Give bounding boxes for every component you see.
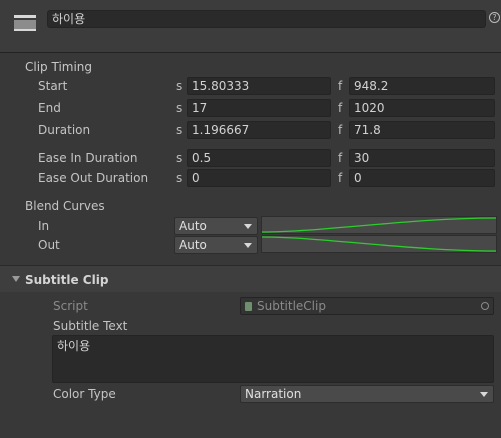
seconds-prefix: s <box>176 79 183 93</box>
subtitle-clip-title: Subtitle Clip <box>25 273 109 287</box>
subtitle-text-label: Subtitle Text <box>53 319 128 333</box>
script-label: Script <box>53 299 88 313</box>
seconds-prefix: s <box>176 151 183 165</box>
frames-prefix: f <box>338 79 343 93</box>
timing-row-label: Ease In Duration <box>38 151 138 165</box>
seconds-input[interactable]: 1.196667 <box>187 121 331 139</box>
chevron-down-icon <box>244 243 252 248</box>
chevron-down-icon <box>480 392 488 397</box>
frames-prefix: f <box>338 171 343 185</box>
frames-prefix: f <box>338 151 343 165</box>
subtitle-text-area[interactable]: 하이용 <box>52 335 494 383</box>
timing-row-label: Duration <box>38 123 91 137</box>
ease-in-curve <box>262 217 496 233</box>
blend-curves-title: Blend Curves <box>25 199 105 213</box>
clip-name-input[interactable]: 하이용 <box>47 10 486 28</box>
help-icon[interactable]: ? <box>489 12 500 23</box>
blend-in-value: Auto <box>179 219 207 233</box>
blend-out-value: Auto <box>179 238 207 252</box>
clip-timing-title: Clip Timing <box>25 60 93 74</box>
blend-out-dropdown[interactable]: Auto <box>174 236 258 254</box>
color-type-label: Color Type <box>53 387 116 401</box>
chevron-down-icon <box>244 224 252 229</box>
blend-out-label: Out <box>38 238 60 252</box>
blend-in-label: In <box>38 219 50 233</box>
frames-prefix: f <box>338 101 343 115</box>
seconds-prefix: s <box>176 171 183 185</box>
script-file-icon <box>245 302 252 311</box>
blend-out-curve-preview[interactable] <box>261 235 497 253</box>
frames-input[interactable]: 0 <box>349 169 495 187</box>
script-object-field: SubtitleClip <box>240 297 494 315</box>
seconds-input[interactable]: 0.5 <box>187 149 331 167</box>
timing-row-label: Start <box>38 79 68 93</box>
seconds-input[interactable]: 0 <box>187 169 331 187</box>
frames-input[interactable]: 30 <box>349 149 495 167</box>
object-picker-icon <box>481 302 489 310</box>
subtitle-clip-header[interactable]: Subtitle Clip <box>0 266 501 292</box>
color-type-dropdown[interactable]: Narration <box>240 385 494 403</box>
blend-in-curve-preview[interactable] <box>261 216 497 234</box>
frames-input[interactable]: 948.2 <box>349 77 495 95</box>
ease-out-curve <box>262 236 496 252</box>
clip-asset-icon <box>14 14 36 34</box>
seconds-prefix: s <box>176 123 183 137</box>
foldout-triangle-icon <box>12 276 20 282</box>
seconds-prefix: s <box>176 101 183 115</box>
frames-input[interactable]: 71.8 <box>349 121 495 139</box>
blend-in-dropdown[interactable]: Auto <box>174 217 258 235</box>
seconds-input[interactable]: 15.80333 <box>187 77 331 95</box>
frames-input[interactable]: 1020 <box>349 99 495 117</box>
frames-prefix: f <box>338 123 343 137</box>
seconds-input[interactable]: 17 <box>187 99 331 117</box>
script-value: SubtitleClip <box>257 299 326 313</box>
timing-row-label: Ease Out Duration <box>38 171 149 185</box>
timing-row-label: End <box>38 101 61 115</box>
color-type-value: Narration <box>245 387 302 401</box>
